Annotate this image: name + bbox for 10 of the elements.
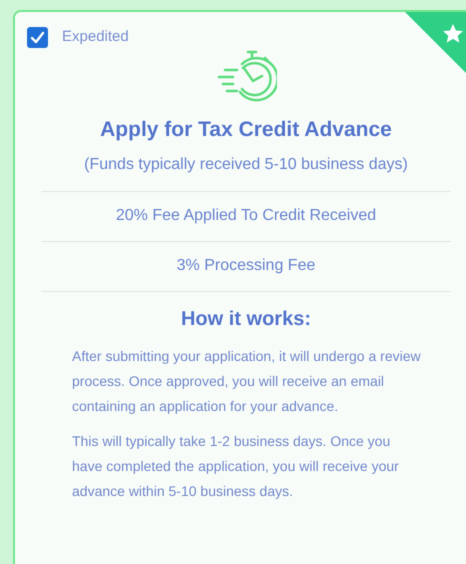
card-title: Apply for Tax Credit Advance bbox=[100, 116, 392, 142]
section-heading: How it works: bbox=[180, 306, 311, 332]
option-card[interactable] bbox=[13, 10, 466, 564]
fee-text: 3% Processing Fee bbox=[176, 256, 316, 276]
option-label: Expedited bbox=[62, 27, 129, 47]
card-subtitle: (Funds typically received 5-10 business days) bbox=[84, 154, 408, 174]
description-paragraph: This will typically take 1-2 business days. Once you have completed the application, you will receive your advance within 5-10 business days. bbox=[72, 432, 400, 501]
fee-text: 20% Fee Applied To Credit Received bbox=[116, 206, 376, 226]
checkbox[interactable] bbox=[27, 26, 48, 48]
description-paragraph: After submitting your application, it will undergo a review process. Once approved, you will receive an email containing an application for your advance. bbox=[72, 346, 422, 416]
